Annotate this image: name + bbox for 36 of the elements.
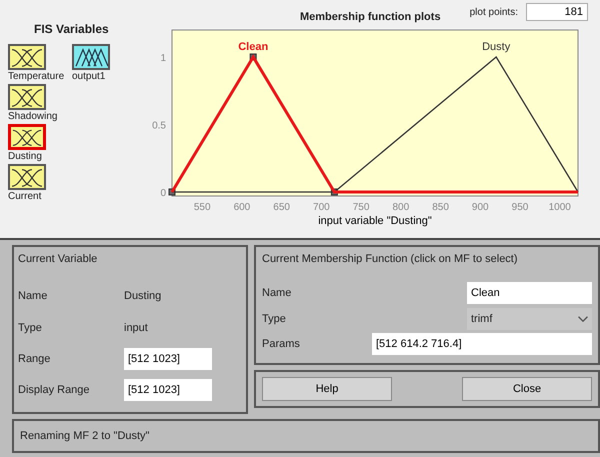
status-text: Renaming MF 2 to "Dusty" <box>20 430 150 442</box>
variable-label: Shadowing <box>8 111 58 122</box>
panel-title: Current Membership Function (click on MF to select) <box>262 253 519 267</box>
x-tick-label: 750 <box>352 202 370 213</box>
field-label: Name <box>262 287 292 300</box>
field-label: Name <box>18 290 48 302</box>
x-tick-label: 850 <box>432 202 449 213</box>
variable-label: Dusting <box>8 151 42 162</box>
variable-label: Current <box>8 191 42 202</box>
plot-title: Membership function plots <box>300 11 441 23</box>
y-tick-label: 1 <box>160 53 166 64</box>
variable-label: output1 <box>72 71 106 82</box>
panel-title: FIS Variables <box>34 22 110 36</box>
x-tick-label: 550 <box>194 202 211 213</box>
x-tick-label: 950 <box>512 202 528 213</box>
x-axis-label: input variable "Dusting" <box>318 215 432 227</box>
mf-label: Dusty <box>482 41 510 53</box>
field-label: Type <box>262 312 287 325</box>
x-tick-label: 600 <box>234 202 250 213</box>
x-tick-label: 650 <box>273 202 290 213</box>
field-label: Range <box>18 352 52 365</box>
field-value: Dusting <box>124 290 162 302</box>
x-tick-label: 900 <box>472 202 489 213</box>
x-tick-label: 800 <box>392 202 410 213</box>
x-tick-label: 1000 <box>548 202 571 213</box>
field-label: Display Range <box>18 384 91 396</box>
field-label: Params <box>262 338 301 350</box>
plot-points-label: plot points: <box>470 6 518 18</box>
panel-title: Current Variable <box>18 253 98 267</box>
y-tick-label: 0 <box>160 188 166 199</box>
mf-label: Clean <box>238 41 268 53</box>
variable-label: Temperature <box>8 71 64 82</box>
field-label: Type <box>18 322 43 334</box>
field-value: input <box>124 322 148 334</box>
x-tick-label: 700 <box>313 202 330 213</box>
y-tick-label: 0.5 <box>152 120 166 132</box>
